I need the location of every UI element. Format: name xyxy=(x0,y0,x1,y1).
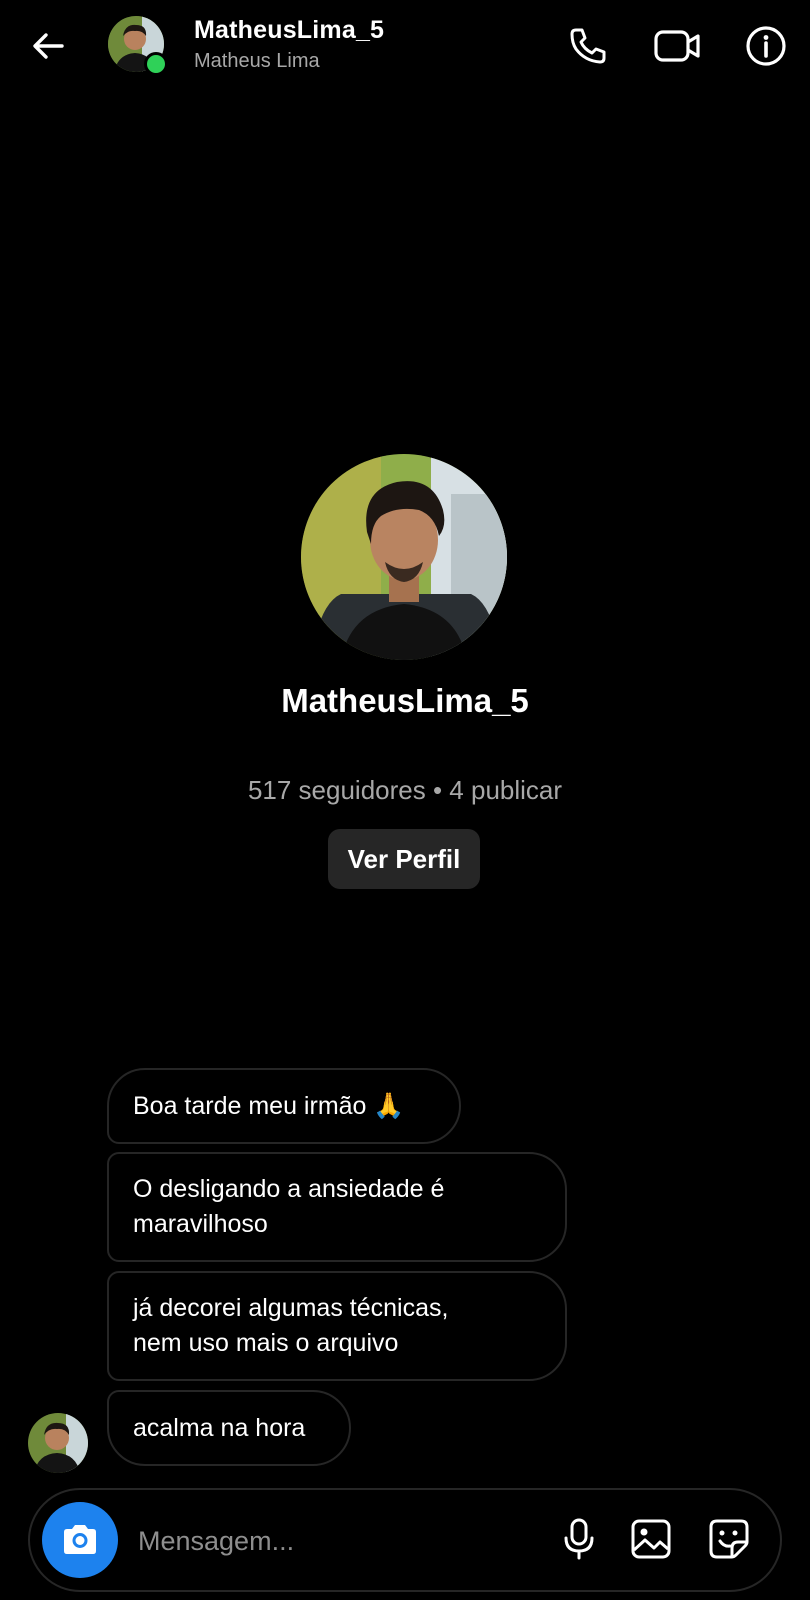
voice-message-button[interactable] xyxy=(556,1516,602,1562)
phone-icon xyxy=(570,28,606,64)
message-bubble[interactable]: O desligando a ansiedade é maravilhoso xyxy=(107,1152,567,1262)
sticker-button[interactable] xyxy=(706,1516,752,1562)
message-input[interactable] xyxy=(136,1510,530,1572)
image-icon xyxy=(631,1519,671,1559)
video-camera-icon xyxy=(654,30,700,62)
message-bubble[interactable]: já decorei algumas técnicas, nem uso mai… xyxy=(107,1271,567,1381)
camera-button[interactable] xyxy=(42,1502,118,1578)
chat-header: MatheusLima_5 Matheus Lima xyxy=(0,0,810,96)
info-icon xyxy=(746,26,786,66)
view-profile-button[interactable]: Ver Perfil xyxy=(328,829,480,889)
sender-avatar[interactable] xyxy=(28,1413,88,1473)
arrow-left-icon xyxy=(33,33,64,59)
header-display-name: Matheus Lima xyxy=(194,50,320,72)
microphone-icon xyxy=(564,1518,594,1560)
gallery-button[interactable] xyxy=(628,1516,674,1562)
audio-call-button[interactable] xyxy=(566,24,610,68)
back-button[interactable] xyxy=(28,26,68,66)
sticker-icon xyxy=(709,1519,749,1559)
online-status-dot xyxy=(144,52,168,76)
message-bubble[interactable]: acalma na hora xyxy=(107,1390,351,1466)
profile-username: MatheusLima_5 xyxy=(281,682,529,719)
header-username[interactable]: MatheusLima_5 xyxy=(194,16,384,45)
profile-avatar[interactable] xyxy=(301,454,507,660)
conversation-info-button[interactable] xyxy=(744,24,788,68)
camera-icon xyxy=(64,1525,96,1554)
video-call-button[interactable] xyxy=(652,24,704,68)
profile-stats: 517 seguidores • 4 publicar xyxy=(247,775,563,805)
message-bubble[interactable]: Boa tarde meu irmão 🙏 xyxy=(107,1068,461,1144)
